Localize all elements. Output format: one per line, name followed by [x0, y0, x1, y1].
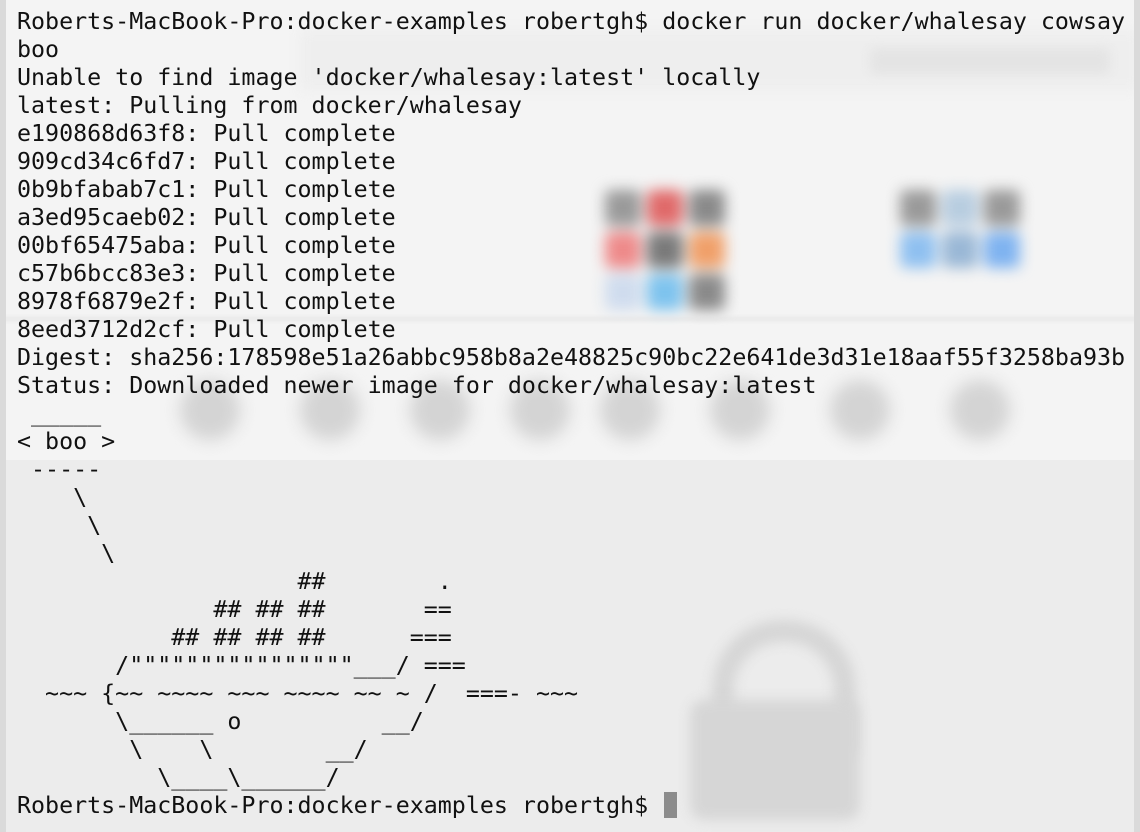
text-cursor: [664, 792, 678, 818]
ascii-art-line: ## ## ## ## ===: [17, 624, 452, 651]
terminal-line: a3ed95caeb02: Pull complete: [17, 204, 396, 231]
terminal-line: latest: Pulling from docker/whalesay: [17, 92, 522, 119]
prompt-text: Roberts-MacBook-Pro:docker-examples robe…: [17, 792, 663, 819]
ascii-art-line: \____\______/: [17, 764, 340, 791]
terminal-line: e190868d63f8: Pull complete: [17, 120, 396, 147]
ascii-art-line: /""""""""""""""""___/ ===: [17, 652, 466, 679]
terminal-line: 0b9bfabab7c1: Pull complete: [17, 176, 396, 203]
terminal-line: 00bf65475aba: Pull complete: [17, 232, 396, 259]
terminal-output[interactable]: Roberts-MacBook-Pro:docker-examples robe…: [17, 8, 1140, 820]
ascii-art-line: \ \ __/: [17, 736, 368, 763]
ascii-art-line: ~~~ {~~ ~~~~ ~~~ ~~~~ ~~ ~ / ===- ~~~: [17, 680, 579, 707]
ascii-art-line: ## ## ## ==: [17, 596, 452, 623]
ascii-art-line: \: [17, 540, 116, 567]
ascii-art-line: _____: [17, 400, 102, 427]
ascii-art-line: \: [17, 512, 102, 539]
ascii-art-line: -----: [17, 456, 102, 483]
terminal-prompt[interactable]: Roberts-MacBook-Pro:docker-examples robe…: [17, 792, 1140, 820]
terminal-line: boo: [17, 36, 60, 63]
ascii-art-line: \______ o __/: [17, 708, 424, 735]
terminal-line: 909cd34c6fd7: Pull complete: [17, 148, 396, 175]
terminal-line: Digest: sha256:178598e51a26abbc958b8a2e4…: [17, 344, 1126, 371]
terminal-line: 8eed3712d2cf: Pull complete: [17, 316, 396, 343]
ascii-art-line: ## .: [17, 568, 452, 595]
window-edge-left: [0, 0, 6, 832]
ascii-art-line: \: [17, 484, 88, 511]
terminal-line: Status: Downloaded newer image for docke…: [17, 372, 817, 399]
ascii-art-line: < boo >: [17, 428, 116, 455]
terminal-line: Unable to find image 'docker/whalesay:la…: [17, 64, 761, 91]
terminal-line: Roberts-MacBook-Pro:docker-examples robe…: [17, 8, 1126, 35]
terminal-line: c57b6bcc83e3: Pull complete: [17, 260, 396, 287]
terminal-line: 8978f6879e2f: Pull complete: [17, 288, 396, 315]
